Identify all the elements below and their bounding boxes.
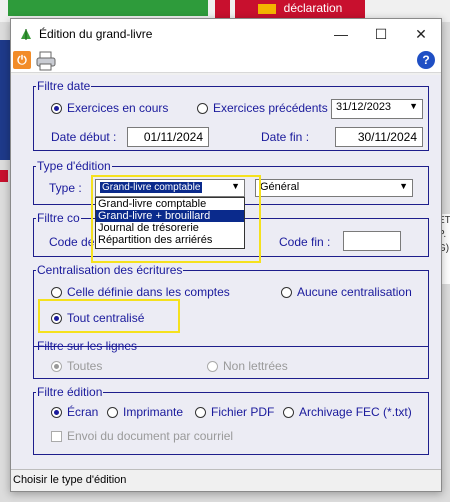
printer-icon[interactable]: [35, 51, 57, 71]
background-left-red: [0, 170, 8, 182]
radio-dot: [51, 406, 62, 418]
date-debut-input[interactable]: 01/11/2024: [127, 127, 209, 147]
filtre-edition-legend: Filtre édition: [37, 385, 103, 399]
select-value: Général: [260, 181, 300, 193]
radio-non-lettrees[interactable]: Non lettrées: [207, 359, 288, 373]
date-debut-label: Date début :: [51, 130, 117, 144]
centralisation-legend: Centralisation des écritures: [37, 263, 183, 277]
help-icon[interactable]: ?: [417, 51, 435, 69]
radio-dot: [207, 360, 218, 372]
exercise-date-select[interactable]: 31/12/2023 ▼: [331, 99, 423, 119]
radio-ecran[interactable]: Écran: [51, 405, 98, 419]
power-icon[interactable]: ⏻: [13, 51, 31, 69]
radio-label: Non lettrées: [223, 359, 288, 373]
radio-label: Archivage FEC (*.txt): [299, 405, 412, 419]
title-bar[interactable]: Édition du grand-livre — ☐ ✕: [11, 19, 441, 49]
radio-exercices-en-cours[interactable]: Exercices en cours: [51, 101, 168, 115]
radio-imprimante[interactable]: Imprimante: [107, 405, 183, 419]
radio-label: Toutes: [67, 359, 103, 373]
radio-dot: [51, 286, 62, 298]
radio-label: Celle définie dans les comptes: [67, 285, 230, 299]
background-red-block: [215, 0, 230, 18]
date-fin-input[interactable]: 30/11/2024: [335, 127, 423, 147]
tout-centralise-highlight-box: [38, 299, 180, 333]
filtre-comptes-legend: Filtre co: [37, 211, 80, 225]
radio-label: Imprimante: [123, 405, 184, 419]
chevron-down-icon: ▼: [409, 101, 418, 111]
radio-dot: [51, 102, 62, 114]
filtre-date-legend: Filtre date: [37, 79, 91, 93]
general-select[interactable]: Général ▼: [255, 179, 413, 197]
dropdown-highlight-box: [91, 175, 261, 263]
radio-dot: [51, 360, 62, 372]
minimize-button[interactable]: —: [321, 19, 361, 49]
radio-aucune-centralisation[interactable]: Aucune centralisation: [281, 285, 412, 299]
background-left-bar: [0, 40, 10, 160]
radio-label: Exercices en cours: [67, 101, 169, 115]
radio-toutes[interactable]: Toutes: [51, 359, 102, 373]
radio-dot: [283, 406, 294, 418]
radio-label: Fichier PDF: [211, 405, 275, 419]
radio-label: Aucune centralisation: [297, 285, 412, 299]
status-text: Choisir le type d'édition: [13, 474, 127, 486]
date-fin-label: Date fin :: [261, 130, 310, 144]
maximize-button[interactable]: ☐: [361, 19, 401, 49]
code-fin-input[interactable]: [343, 231, 401, 251]
radio-dot: [281, 286, 292, 298]
radio-label: Écran: [67, 405, 99, 419]
window-title: Édition du grand-livre: [39, 27, 153, 41]
app-leaf-icon: [21, 29, 31, 40]
toolbar: ⏻ ?: [11, 49, 441, 73]
envoi-courriel-checkbox[interactable]: Envoi du document par courriel: [51, 429, 233, 443]
type-edition-legend: Type d'édition: [37, 159, 111, 173]
radio-dot: [195, 406, 206, 418]
radio-exercices-precedents[interactable]: Exercices précédents: [197, 101, 328, 115]
filtre-edition-group: Filtre édition: [33, 385, 429, 455]
filtre-lignes-legend: Filtre sur les lignes: [37, 339, 138, 353]
background-declaration-tab[interactable]: déclaration: [235, 0, 365, 18]
select-value: 31/12/2023: [336, 101, 392, 113]
close-button[interactable]: ✕: [401, 19, 441, 49]
radio-dot: [107, 406, 118, 418]
checkbox-label: Envoi du document par courriel: [67, 429, 234, 443]
radio-celle-definie[interactable]: Celle définie dans les comptes: [51, 285, 230, 299]
radio-fichier-pdf[interactable]: Fichier PDF: [195, 405, 274, 419]
grand-livre-dialog: Édition du grand-livre — ☐ ✕ ⏻ ? Filtre …: [10, 18, 442, 492]
chevron-down-icon: ▼: [399, 181, 408, 191]
radio-archivage-fec[interactable]: Archivage FEC (*.txt): [283, 405, 412, 419]
folder-icon: [257, 3, 276, 14]
declaration-label: déclaration: [283, 1, 343, 15]
checkbox-box: [51, 430, 62, 442]
type-label: Type :: [49, 181, 82, 195]
radio-dot: [197, 102, 208, 114]
background-green-tab: [8, 0, 208, 16]
dialog-content: Filtre date Exercices en cours Exercices…: [11, 75, 441, 471]
radio-label: Exercices précédents: [213, 101, 328, 115]
code-fin-label: Code fin :: [279, 235, 331, 249]
code-de-label: Code de: [49, 235, 95, 249]
status-bar: Choisir le type d'édition: [11, 469, 441, 491]
